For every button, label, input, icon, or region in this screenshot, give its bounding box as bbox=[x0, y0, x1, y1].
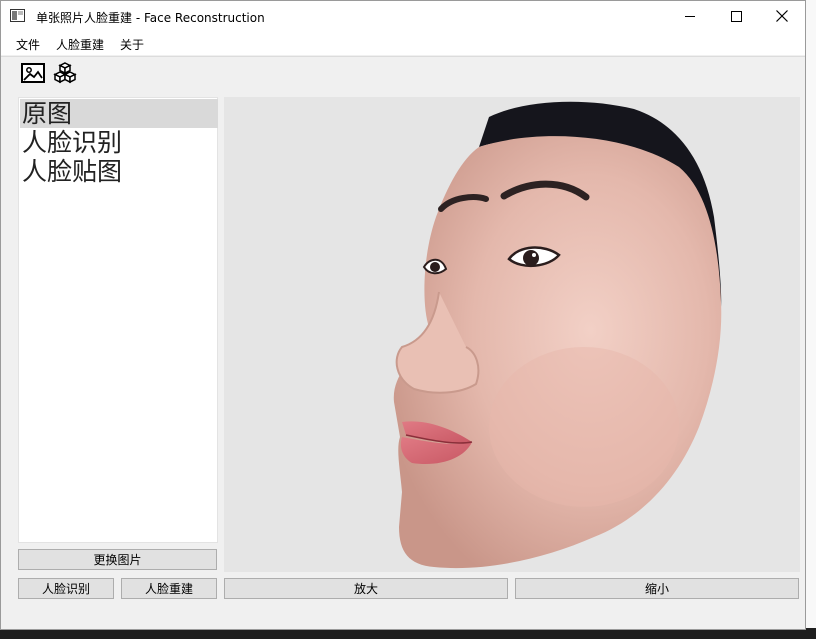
list-item-original[interactable]: 原图 bbox=[20, 99, 218, 128]
close-button[interactable] bbox=[759, 1, 805, 31]
reconstruct-3d-button[interactable] bbox=[52, 61, 78, 85]
main-window: 单张照片人脸重建 - Face Reconstruction 文件 人脸重建 关… bbox=[0, 0, 806, 630]
face-detect-button[interactable]: 人脸识别 bbox=[18, 578, 114, 599]
toolbar bbox=[1, 56, 805, 90]
list-item-face-texture[interactable]: 人脸贴图 bbox=[20, 157, 218, 186]
image-view bbox=[224, 97, 800, 572]
background-window-strip bbox=[806, 0, 816, 639]
view-list: 原图 人脸识别 人脸贴图 bbox=[18, 97, 218, 543]
face-reconstruct-button[interactable]: 人脸重建 bbox=[121, 578, 217, 599]
minimize-icon bbox=[684, 15, 695, 17]
app-icon bbox=[10, 9, 25, 22]
menu-about[interactable]: 关于 bbox=[120, 36, 144, 53]
title-bar[interactable]: 单张照片人脸重建 - Face Reconstruction bbox=[1, 1, 805, 31]
menu-file[interactable]: 文件 bbox=[16, 36, 40, 53]
list-item-face-detection[interactable]: 人脸识别 bbox=[20, 128, 218, 157]
cubes-icon bbox=[53, 62, 77, 84]
maximize-button[interactable] bbox=[713, 1, 759, 31]
minimize-button[interactable] bbox=[667, 1, 713, 31]
change-image-button[interactable]: 更换图片 bbox=[18, 549, 217, 570]
maximize-icon bbox=[730, 10, 742, 22]
open-image-button[interactable] bbox=[20, 61, 46, 85]
face-image bbox=[393, 101, 722, 569]
image-icon bbox=[21, 63, 45, 83]
close-icon bbox=[776, 10, 788, 22]
window-title: 单张照片人脸重建 - Face Reconstruction bbox=[36, 11, 265, 25]
zoom-out-button[interactable]: 缩小 bbox=[515, 578, 799, 599]
zoom-in-button[interactable]: 放大 bbox=[224, 578, 508, 599]
menu-bar: 文件 人脸重建 关于 bbox=[1, 31, 805, 55]
menu-face-reconstruction[interactable]: 人脸重建 bbox=[56, 36, 104, 53]
